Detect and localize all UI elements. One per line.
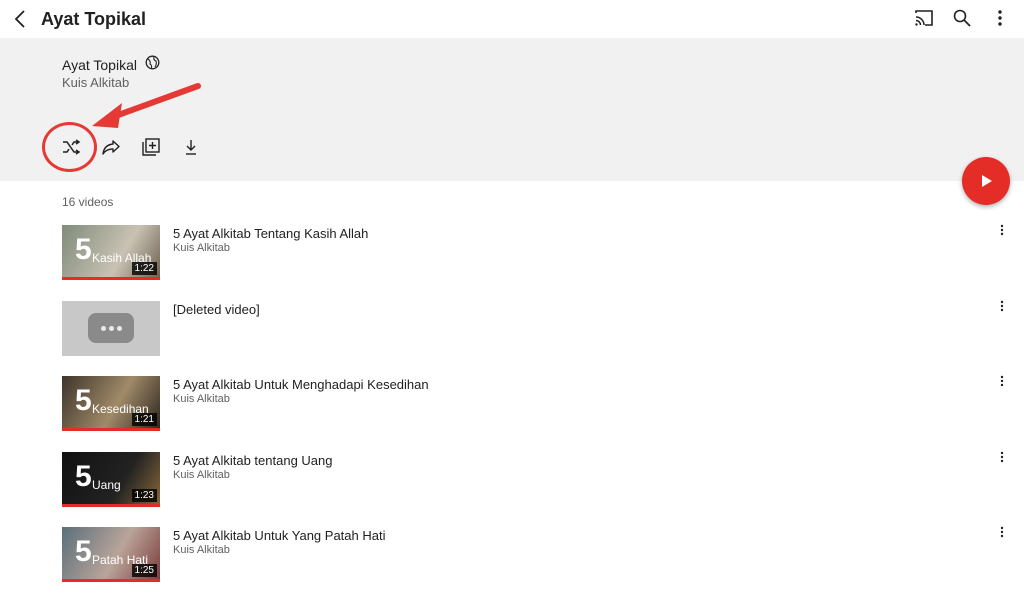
list-item[interactable]: 5 Patah Hati 1:25 5 Ayat Alkitab Untuk Y…: [0, 526, 1024, 602]
annotation-circle: [42, 122, 97, 172]
more-vert-icon[interactable]: [996, 300, 1008, 316]
deleted-video-icon: [88, 313, 134, 343]
video-channel: Kuis Alkitab: [173, 242, 230, 254]
page-title: Ayat Topikal: [41, 9, 147, 29]
thumbnail-number: 5: [75, 459, 92, 493]
video-thumbnail[interactable]: 5 Kasih Allah 1:22: [62, 225, 160, 280]
cast-icon[interactable]: [914, 8, 934, 28]
video-title[interactable]: 5 Ayat Alkitab Untuk Yang Patah Hati: [173, 528, 385, 543]
progress-bar: [62, 579, 160, 582]
play-icon: [982, 175, 992, 187]
duration-badge: 1:23: [131, 488, 157, 502]
more-vert-icon[interactable]: [996, 526, 1008, 542]
thumbnail-caption: Uang: [92, 477, 121, 492]
video-title[interactable]: 5 Ayat Alkitab Untuk Menghadapi Kesediha…: [173, 377, 429, 392]
thumbnail-number: 5: [75, 535, 92, 568]
top-actions: [914, 8, 1010, 28]
public-globe-icon: [145, 55, 160, 75]
video-thumbnail[interactable]: [62, 300, 160, 356]
video-list: 5 Kasih Allah 1:22 5 Ayat Alkitab Tentan…: [0, 224, 1024, 602]
thumbnail-number: 5: [75, 233, 92, 266]
video-title[interactable]: [Deleted video]: [173, 302, 260, 317]
list-item[interactable]: 5 Kesedihan 1:21 5 Ayat Alkitab Untuk Me…: [0, 375, 1024, 451]
progress-bar: [62, 428, 160, 431]
duration-badge: 1:22: [131, 262, 157, 275]
video-count: 16 videos: [62, 195, 114, 209]
list-item[interactable]: [Deleted video]: [0, 300, 1024, 376]
more-vert-icon[interactable]: [996, 224, 1008, 240]
duration-badge: 1:21: [131, 413, 157, 426]
thumbnail-number: 5: [75, 384, 92, 417]
playlist-title: Ayat Topikal: [62, 57, 137, 73]
annotation-arrow: [92, 83, 201, 128]
more-vert-icon[interactable]: [990, 8, 1010, 28]
more-vert-icon[interactable]: [996, 375, 1008, 391]
progress-bar: [62, 277, 160, 280]
video-channel: Kuis Alkitab: [173, 468, 230, 481]
video-thumbnail[interactable]: 5 Kesedihan 1:21: [62, 376, 160, 431]
duration-badge: 1:25: [131, 564, 157, 577]
download-icon[interactable]: [180, 136, 202, 158]
share-icon[interactable]: [100, 136, 122, 158]
video-channel: Kuis Alkitab: [173, 544, 230, 556]
list-item[interactable]: 5 Kasih Allah 1:22 5 Ayat Alkitab Tentan…: [0, 224, 1024, 300]
video-thumbnail[interactable]: 5 Patah Hati 1:25: [62, 527, 160, 582]
list-item[interactable]: 5 Uang 1:23 5 Ayat Alkitab tentang Uang …: [0, 451, 1024, 527]
back-arrow-icon[interactable]: [10, 8, 32, 30]
search-icon[interactable]: [952, 8, 972, 28]
play-all-button[interactable]: [962, 157, 1010, 205]
add-to-library-icon[interactable]: [140, 136, 162, 158]
video-thumbnail[interactable]: 5 Uang 1:23: [62, 451, 160, 507]
video-title[interactable]: 5 Ayat Alkitab tentang Uang: [173, 453, 333, 468]
playlist-title-row: Ayat Topikal: [62, 55, 160, 75]
more-vert-icon[interactable]: [996, 451, 1008, 467]
top-app-bar: Ayat Topikal: [0, 0, 1024, 38]
progress-bar: [62, 503, 160, 507]
video-channel: Kuis Alkitab: [173, 393, 230, 405]
video-title[interactable]: 5 Ayat Alkitab Tentang Kasih Allah: [173, 226, 368, 241]
